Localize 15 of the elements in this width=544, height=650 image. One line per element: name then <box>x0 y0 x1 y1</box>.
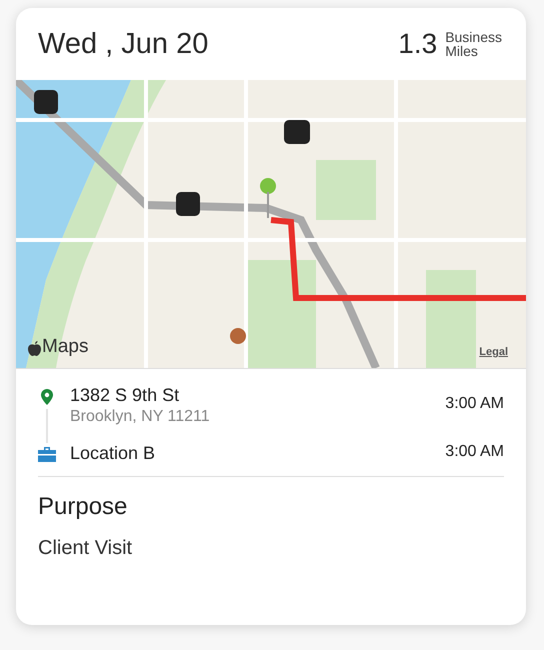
trip-date: Wed , Jun 20 <box>38 28 208 60</box>
legal-link[interactable]: Legal <box>479 346 508 358</box>
briefcase-icon <box>38 447 56 462</box>
purpose-value: Client Visit <box>38 537 134 560</box>
stop-address: Location B <box>70 443 156 464</box>
stop-time: 3:00 AM <box>445 443 504 461</box>
miles-value: 1.3 <box>398 28 438 60</box>
stop-city: Brooklyn, NY 11211 <box>70 408 211 426</box>
miles-label: Business Miles <box>445 30 502 58</box>
stop-time: 3:00 AM <box>445 394 504 413</box>
purpose-title: Purpose <box>38 493 128 521</box>
stop-address: 1382 S 9th St <box>70 385 180 406</box>
apple-icon <box>28 341 41 356</box>
maps-attribution: Maps <box>42 336 88 358</box>
location-pin-icon <box>41 389 53 405</box>
